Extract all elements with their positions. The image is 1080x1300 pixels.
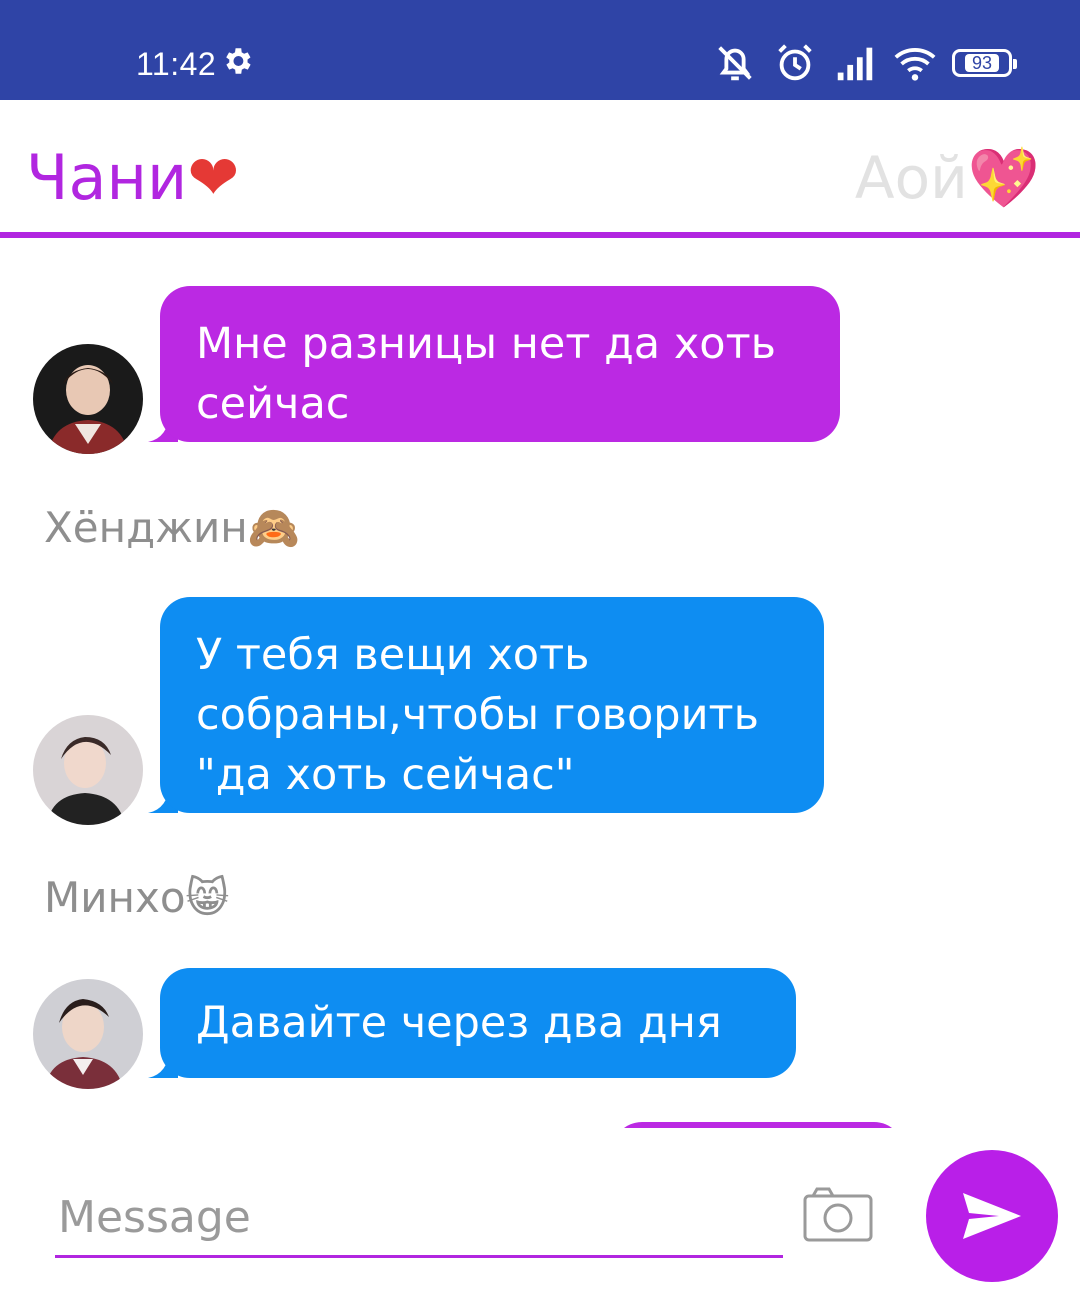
avatar[interactable] <box>33 715 143 825</box>
sparkling-heart-icon: 💖 <box>967 144 1040 212</box>
signal-icon <box>837 47 873 81</box>
wifi-icon <box>894 48 936 81</box>
send-button[interactable] <box>926 1150 1058 1282</box>
alarm-icon <box>778 44 812 81</box>
status-icons: 93 <box>712 40 1017 86</box>
message-input[interactable] <box>56 1182 784 1252</box>
input-underline <box>55 1255 783 1258</box>
left-character-name[interactable]: Чани❤ <box>26 138 239 218</box>
message-bubble[interactable]: У тебя вещи хоть собраны,чтобы говорить … <box>160 597 824 813</box>
settings-gear-icon <box>226 48 251 74</box>
left-character-label: Чани <box>26 141 188 214</box>
right-character-name[interactable]: Аой💖 <box>855 138 1040 218</box>
message-bubble[interactable]: Давайте через два дня <box>160 968 796 1078</box>
send-icon <box>963 1193 1021 1239</box>
battery-level: 93 <box>964 54 1000 72</box>
notifications-muted-icon <box>718 46 752 81</box>
battery-icon: 93 <box>952 49 1017 77</box>
camera-icon[interactable] <box>803 1186 873 1242</box>
sender-name: Минхо😸 <box>44 873 230 922</box>
status-bar: 11:42 93 <box>0 0 1080 100</box>
status-time: 11:42 <box>136 46 217 82</box>
right-character-label: Аой <box>854 144 968 212</box>
message-bubble[interactable]: Мне разницы нет да хоть сейчас <box>160 286 840 442</box>
avatar[interactable] <box>33 979 143 1089</box>
heart-icon: ❤ <box>187 141 240 214</box>
sender-name: Хёнджин🙈 <box>44 503 300 552</box>
avatar[interactable] <box>33 344 143 454</box>
header-divider <box>0 232 1080 238</box>
